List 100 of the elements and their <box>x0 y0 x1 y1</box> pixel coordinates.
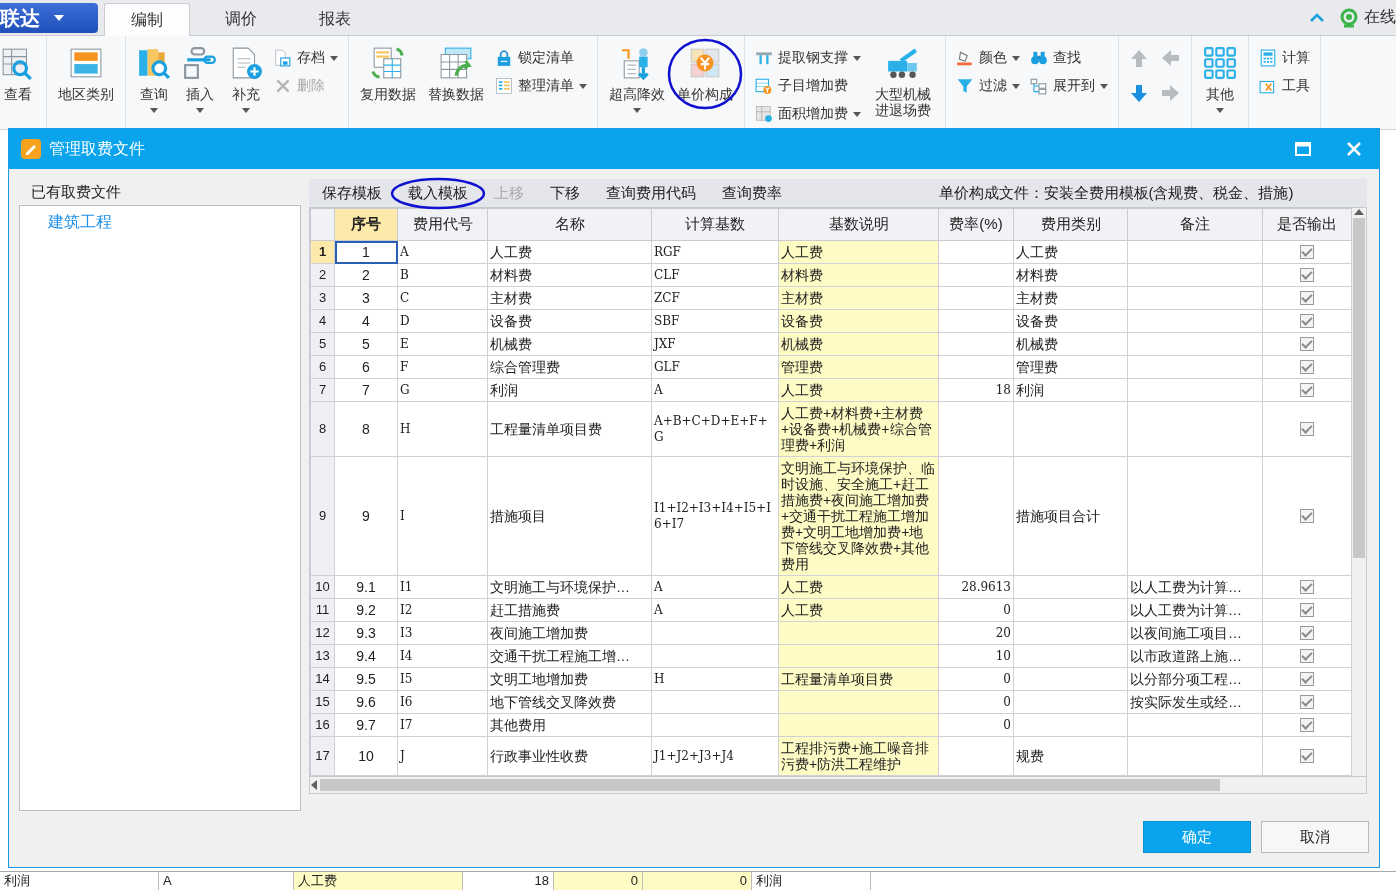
column-header[interactable]: 名称 <box>487 208 652 241</box>
table-cell: 9.3 <box>334 621 398 645</box>
checkbox[interactable] <box>1300 337 1314 351</box>
row-number[interactable]: 10 <box>310 575 335 599</box>
checkbox[interactable] <box>1300 626 1314 640</box>
checkbox[interactable] <box>1300 603 1314 617</box>
ribbon-tab[interactable]: 报表 <box>292 3 378 35</box>
ribbon-button[interactable]: 整理清单 <box>491 74 591 98</box>
checkbox[interactable] <box>1300 360 1314 374</box>
table-cell: 人工费 <box>487 240 652 264</box>
ribbon-button[interactable]: 计算 <box>1255 46 1314 70</box>
toolbar-button[interactable]: 保存模板 <box>309 180 395 206</box>
table-cell: 工程量清单项目费 <box>487 401 652 457</box>
cross-icon <box>274 77 292 95</box>
table-cell: 28.9613 <box>938 575 1014 599</box>
ribbon-button[interactable]: 补充 <box>224 42 268 117</box>
ribbon-button[interactable]: 超高降效 <box>604 42 670 117</box>
help-link[interactable]: 在线 <box>1364 7 1396 28</box>
ribbon-tab[interactable]: 编制 <box>104 3 190 36</box>
toolbar-button[interactable]: 查询费率 <box>709 180 795 206</box>
checkbox[interactable] <box>1300 718 1314 732</box>
ribbon-button[interactable]: 展开到 <box>1026 74 1112 98</box>
table-cell: GLF <box>651 355 779 379</box>
row-number[interactable]: 3 <box>310 286 335 310</box>
ribbon-button[interactable]: 存档 <box>270 46 342 70</box>
row-number[interactable]: 16 <box>310 713 335 737</box>
checkbox[interactable] <box>1300 672 1314 686</box>
ribbon-button[interactable]: 面积增加费 <box>751 102 865 126</box>
row-number[interactable]: 14 <box>310 667 335 691</box>
row-number[interactable]: 5 <box>310 332 335 356</box>
table-cell: 以夜间施工项目… <box>1127 621 1263 645</box>
ribbon-button[interactable]: 查找 <box>1026 46 1112 70</box>
ribbon-button[interactable]: 过滤 <box>952 74 1024 98</box>
checkbox[interactable] <box>1300 422 1314 436</box>
paint-bucket-icon <box>956 49 974 67</box>
ribbon-button[interactable]: 查看 <box>0 42 40 106</box>
toolbar-button[interactable]: 下移 <box>537 180 593 206</box>
row-number[interactable]: 11 <box>310 598 335 622</box>
ribbon-button[interactable]: 颜色 <box>952 46 1024 70</box>
ribbon-button[interactable]: 地区类别 <box>53 42 119 106</box>
table-cell: 0 <box>938 713 1014 737</box>
row-number[interactable]: 7 <box>310 378 335 402</box>
column-header[interactable]: 备注 <box>1127 208 1263 241</box>
toolbar-button[interactable]: 查询费用代码 <box>593 180 709 206</box>
row-number[interactable]: 17 <box>310 736 335 776</box>
ribbon-button[interactable]: 复用数据 <box>355 42 421 106</box>
scrollbar-thumb[interactable] <box>1353 218 1365 558</box>
checkbox[interactable] <box>1300 291 1314 305</box>
scrollbar-thumb[interactable] <box>320 779 1220 791</box>
checkbox[interactable] <box>1300 509 1314 523</box>
checkbox[interactable] <box>1300 580 1314 594</box>
row-number[interactable]: 8 <box>310 401 335 457</box>
close-icon[interactable] <box>1347 142 1361 156</box>
ribbon-button[interactable]: 插入 <box>178 42 222 117</box>
row-number[interactable]: 9 <box>310 456 335 576</box>
table-cell: 人工费 <box>778 240 939 264</box>
column-header[interactable]: 费用类别 <box>1013 208 1128 241</box>
table-cell: I <box>397 456 488 576</box>
ribbon-button[interactable]: 其他 <box>1198 42 1242 117</box>
row-number[interactable]: 2 <box>310 263 335 287</box>
column-header[interactable]: 费率(%) <box>938 208 1014 241</box>
ribbon-button[interactable]: 子目增加费 <box>751 74 865 98</box>
arrow-down-icon[interactable] <box>1129 83 1150 104</box>
table-cell: 利润 <box>1013 378 1128 402</box>
ribbon-button[interactable]: 工具 <box>1255 74 1314 98</box>
maximize-icon[interactable] <box>1295 142 1311 156</box>
ribbon-button[interactable]: 查询 <box>132 42 176 117</box>
row-number[interactable]: 1 <box>310 240 335 264</box>
file-item[interactable]: 建筑工程 <box>48 210 112 235</box>
row-number[interactable]: 6 <box>310 355 335 379</box>
checkbox[interactable] <box>1300 245 1314 259</box>
column-header[interactable]: 费用代号 <box>397 208 488 241</box>
table-cell: 10 <box>334 736 398 776</box>
checkbox[interactable] <box>1300 383 1314 397</box>
ribbon-button[interactable]: 大型机械进退场费 <box>867 42 939 122</box>
column-header[interactable]: 基数说明 <box>778 208 939 241</box>
ribbon-button[interactable]: 提取钢支撑 <box>751 46 865 70</box>
ribbon-button[interactable]: 替换数据 <box>423 42 489 106</box>
horizontal-scrollbar[interactable] <box>309 777 1367 794</box>
column-header[interactable]: 序号 <box>334 208 398 241</box>
ribbon-button[interactable]: 锁定清单 <box>491 46 591 70</box>
checkbox[interactable] <box>1300 749 1314 763</box>
checkbox[interactable] <box>1300 649 1314 663</box>
coin-grid-icon <box>688 46 722 80</box>
toolbar-button[interactable]: 载入模板 <box>395 180 481 206</box>
row-number[interactable]: 13 <box>310 644 335 668</box>
ribbon-button[interactable]: 单价构成 <box>672 42 738 106</box>
column-header[interactable]: 计算基数 <box>651 208 779 241</box>
row-number[interactable]: 4 <box>310 309 335 333</box>
checkbox[interactable] <box>1300 695 1314 709</box>
ribbon-tab[interactable]: 调价 <box>198 3 284 35</box>
column-header[interactable]: 是否输出 <box>1262 208 1352 241</box>
row-number[interactable]: 12 <box>310 621 335 645</box>
checkbox[interactable] <box>1300 314 1314 328</box>
vertical-scrollbar[interactable] <box>1352 208 1366 776</box>
row-number[interactable]: 15 <box>310 690 335 714</box>
checkbox[interactable] <box>1300 268 1314 282</box>
table-cell: I5 <box>397 667 488 691</box>
app-menu-button[interactable]: 联达 <box>0 3 98 33</box>
cancel-button[interactable]: 取消 <box>1261 821 1369 853</box>
